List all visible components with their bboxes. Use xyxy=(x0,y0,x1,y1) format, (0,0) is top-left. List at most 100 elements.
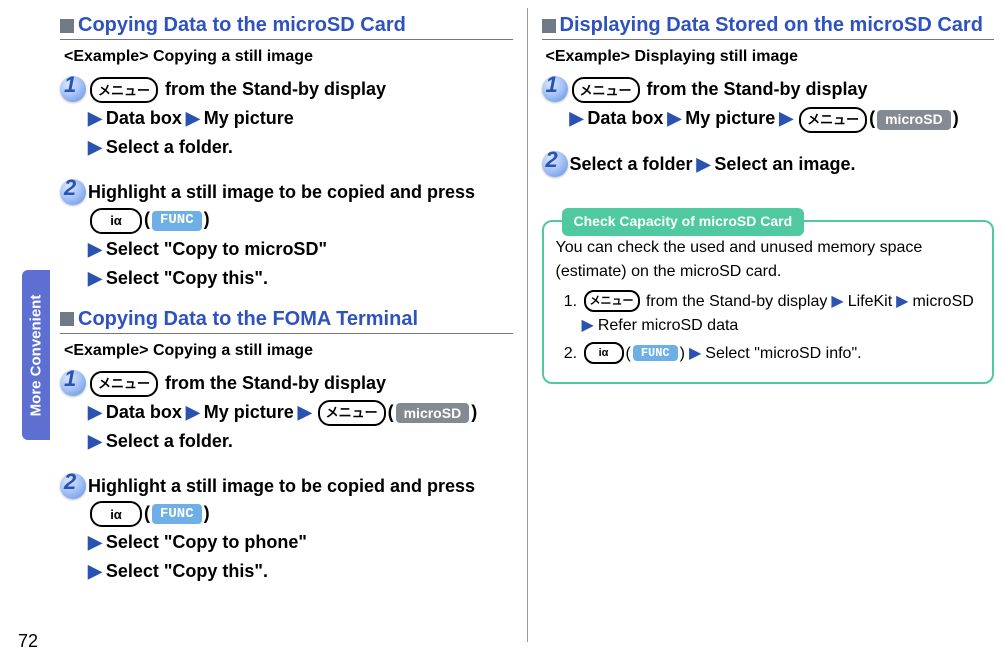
text: Data box xyxy=(106,402,182,422)
text: Select a folder xyxy=(570,154,693,174)
section-heading-display-sd: Displaying Data Stored on the microSD Ca… xyxy=(542,14,995,40)
section-tab-label: More Convenient xyxy=(28,294,45,416)
text: Select xyxy=(106,561,164,581)
i-alpha-key-icon: iα xyxy=(90,208,142,234)
menu-key-icon: メニュー xyxy=(584,290,640,312)
section-title: Copying Data to the microSD Card xyxy=(78,14,406,37)
menu-key-icon: メニュー xyxy=(799,107,867,133)
notebox-intro: You can check the used and unused memory… xyxy=(556,236,981,284)
text: from the Stand-by display xyxy=(642,79,868,99)
step-body: Highlight a still image to be copied and… xyxy=(88,177,513,293)
arrow-icon: ▶ xyxy=(186,108,200,128)
check-capacity-note: Check Capacity of microSD Card You can c… xyxy=(542,220,995,384)
arrow-icon: ▶ xyxy=(88,268,102,288)
func-pill-icon: FUNC xyxy=(152,504,202,524)
example-label: <Example> Displaying still image xyxy=(546,48,995,66)
text: from the Stand-by display xyxy=(160,373,386,393)
func-pill-icon: FUNC xyxy=(152,211,202,231)
text: My picture xyxy=(204,402,294,422)
arrow-icon: ▶ xyxy=(88,561,102,581)
text: Select a folder. xyxy=(106,137,233,157)
menu-key-icon: メニュー xyxy=(90,371,158,397)
left-column: Copying Data to the microSD Card <Exampl… xyxy=(60,8,528,642)
step-2: 2 Highlight a still image to be copied a… xyxy=(60,471,513,587)
text: Select a folder. xyxy=(106,431,233,451)
arrow-icon: ▶ xyxy=(298,402,312,422)
menu-key-icon: メニュー xyxy=(318,400,386,426)
step-1: 1 メニュー from the Stand-by display ▶Data b… xyxy=(542,74,995,135)
text: Select "microSD info". xyxy=(705,345,861,362)
list-item: iα(FUNC)▶Select "microSD info". xyxy=(582,342,981,366)
step-body: メニュー from the Stand-by display ▶Data box… xyxy=(88,368,513,458)
section-title: Copying Data to the FOMA Terminal xyxy=(78,308,418,331)
square-icon xyxy=(542,19,556,33)
menu-key-icon: メニュー xyxy=(90,77,158,103)
step-number: 2 xyxy=(60,471,88,587)
text: from the Stand-by display xyxy=(160,79,386,99)
arrow-icon: ▶ xyxy=(88,137,102,157)
arrow-icon: ▶ xyxy=(88,108,102,128)
text: My picture xyxy=(685,108,775,128)
microsd-pill-icon: microSD xyxy=(877,110,951,130)
text: from the Stand-by display xyxy=(646,293,827,310)
step-2: 2 Highlight a still image to be copied a… xyxy=(60,177,513,293)
text: "Copy to phone" xyxy=(164,532,307,552)
step-number: 1 xyxy=(60,74,88,163)
arrow-icon: ▶ xyxy=(88,239,102,259)
i-alpha-key-icon: iα xyxy=(584,342,624,364)
step-1: 1 メニュー from the Stand-by display ▶Data b… xyxy=(60,368,513,458)
step-number: 1 xyxy=(542,74,570,135)
arrow-icon: ▶ xyxy=(88,532,102,552)
step-number: 2 xyxy=(60,177,88,293)
step-body: Select a folder▶Select an image. xyxy=(570,149,995,180)
arrow-icon: ▶ xyxy=(667,108,681,128)
step-body: Highlight a still image to be copied and… xyxy=(88,471,513,587)
arrow-icon: ▶ xyxy=(88,402,102,422)
section-tab: More Convenient xyxy=(22,270,50,440)
page-content: Copying Data to the microSD Card <Exampl… xyxy=(50,0,1004,662)
notebox-list: メニュー from the Stand-by display▶LifeKit▶m… xyxy=(556,290,981,366)
text: My picture xyxy=(204,108,294,128)
menu-key-icon: メニュー xyxy=(572,77,640,103)
step-body: メニュー from the Stand-by display ▶Data box… xyxy=(88,74,513,163)
arrow-icon: ▶ xyxy=(582,317,594,334)
text: Select xyxy=(106,268,164,288)
square-icon xyxy=(60,19,74,33)
arrow-icon: ▶ xyxy=(697,154,711,174)
example-label: <Example> Copying a still image xyxy=(64,342,513,360)
text: Select an image. xyxy=(714,154,855,174)
text: microSD xyxy=(912,293,973,310)
section-heading-copy-to-sd: Copying Data to the microSD Card xyxy=(60,14,513,40)
page-number: 72 xyxy=(18,631,38,652)
arrow-icon: ▶ xyxy=(689,345,701,362)
step-number: 2 xyxy=(542,149,570,180)
notebox-title: Check Capacity of microSD Card xyxy=(562,208,805,236)
list-item: メニュー from the Stand-by display▶LifeKit▶m… xyxy=(582,290,981,338)
arrow-icon: ▶ xyxy=(88,431,102,451)
step-body: メニュー from the Stand-by display ▶Data box… xyxy=(570,74,995,135)
text: "Copy this". xyxy=(164,561,268,581)
text: Highlight a still image to be copied and… xyxy=(88,182,475,202)
arrow-icon: ▶ xyxy=(831,293,843,310)
text: Highlight a still image to be copied and… xyxy=(88,476,475,496)
section-heading-copy-to-foma: Copying Data to the FOMA Terminal xyxy=(60,308,513,334)
text: Select xyxy=(106,239,164,259)
microsd-pill-icon: microSD xyxy=(396,403,470,423)
step-number: 1 xyxy=(60,368,88,458)
text: LifeKit xyxy=(848,293,892,310)
step-1: 1 メニュー from the Stand-by display ▶Data b… xyxy=(60,74,513,163)
square-icon xyxy=(60,312,74,326)
text: "Copy to microSD" xyxy=(164,239,327,259)
left-rail: More Convenient 72 xyxy=(0,0,50,662)
arrow-icon: ▶ xyxy=(570,108,584,128)
arrow-icon: ▶ xyxy=(186,402,200,422)
text: "Copy this". xyxy=(164,268,268,288)
text: Data box xyxy=(106,108,182,128)
section-title: Displaying Data Stored on the microSD Ca… xyxy=(560,14,983,37)
text: Refer microSD data xyxy=(598,317,739,334)
arrow-icon: ▶ xyxy=(896,293,908,310)
step-2: 2 Select a folder▶Select an image. xyxy=(542,149,995,180)
i-alpha-key-icon: iα xyxy=(90,501,142,527)
text: Data box xyxy=(587,108,663,128)
text: Select xyxy=(106,532,164,552)
